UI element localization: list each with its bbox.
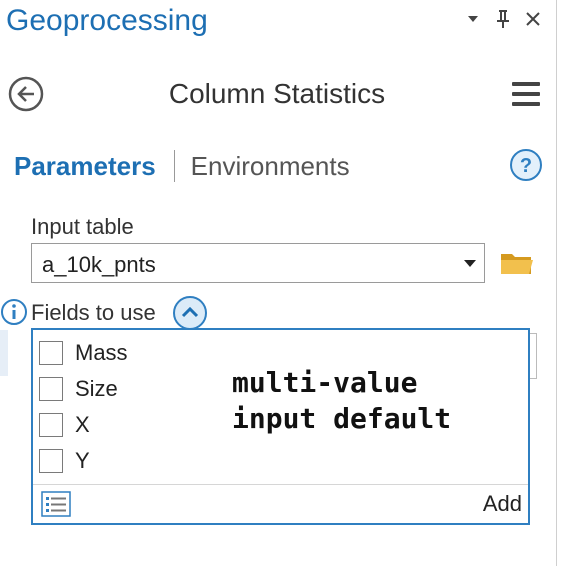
pane-controls — [462, 8, 544, 30]
select-all-list-icon[interactable] — [41, 491, 71, 517]
item-label: Mass — [75, 340, 128, 365]
dropdown-arrow-icon — [464, 260, 476, 267]
pin-icon[interactable] — [492, 8, 514, 30]
annotation-line-1: multi-value — [232, 366, 418, 399]
item-label: Size — [75, 376, 118, 401]
add-button[interactable]: Add — [483, 491, 522, 517]
pane-edge — [556, 0, 557, 566]
svg-text:?: ? — [520, 155, 532, 177]
checkbox[interactable] — [39, 413, 63, 437]
list-footer: Add — [33, 484, 528, 523]
input-table-select[interactable]: a_10k_pnts — [31, 243, 485, 283]
list-item[interactable]: X — [39, 410, 90, 440]
item-label: Y — [75, 448, 90, 473]
help-icon: ? — [510, 149, 542, 181]
annotation-line-2: input default — [232, 402, 452, 435]
hamburger-menu-icon — [512, 82, 540, 106]
left-accent-bar — [0, 330, 8, 376]
tool-menu-button[interactable] — [511, 80, 541, 108]
input-table-value: a_10k_pnts — [42, 252, 156, 277]
fields-to-use-label: Fields to use — [31, 300, 156, 325]
help-button[interactable]: ? — [509, 148, 543, 182]
checkbox[interactable] — [39, 449, 63, 473]
close-icon[interactable] — [522, 8, 544, 30]
info-icon[interactable] — [0, 298, 28, 326]
browse-folder-button[interactable] — [499, 248, 535, 278]
tab-parameters[interactable]: Parameters — [14, 151, 156, 182]
collapse-button[interactable] — [172, 295, 208, 331]
pane-title: Geoprocessing — [6, 4, 208, 37]
checkbox[interactable] — [39, 341, 63, 365]
folder-icon — [501, 254, 533, 274]
checkbox[interactable] — [39, 377, 63, 401]
tab-environments[interactable]: Environments — [191, 151, 350, 182]
list-item[interactable]: Mass — [39, 338, 128, 368]
chevron-down-icon[interactable] — [462, 8, 484, 30]
annotation-text: multi-value input default — [232, 365, 451, 437]
item-label: X — [75, 412, 90, 437]
tab-divider — [173, 150, 175, 182]
list-item[interactable]: Size — [39, 374, 118, 404]
chevron-up-icon — [173, 296, 207, 330]
list-item[interactable]: Y — [39, 446, 90, 476]
input-table-label: Input table — [31, 214, 134, 239]
tool-title: Column Statistics — [168, 78, 386, 109]
tool-tabs: Parameters Environments — [14, 150, 350, 182]
